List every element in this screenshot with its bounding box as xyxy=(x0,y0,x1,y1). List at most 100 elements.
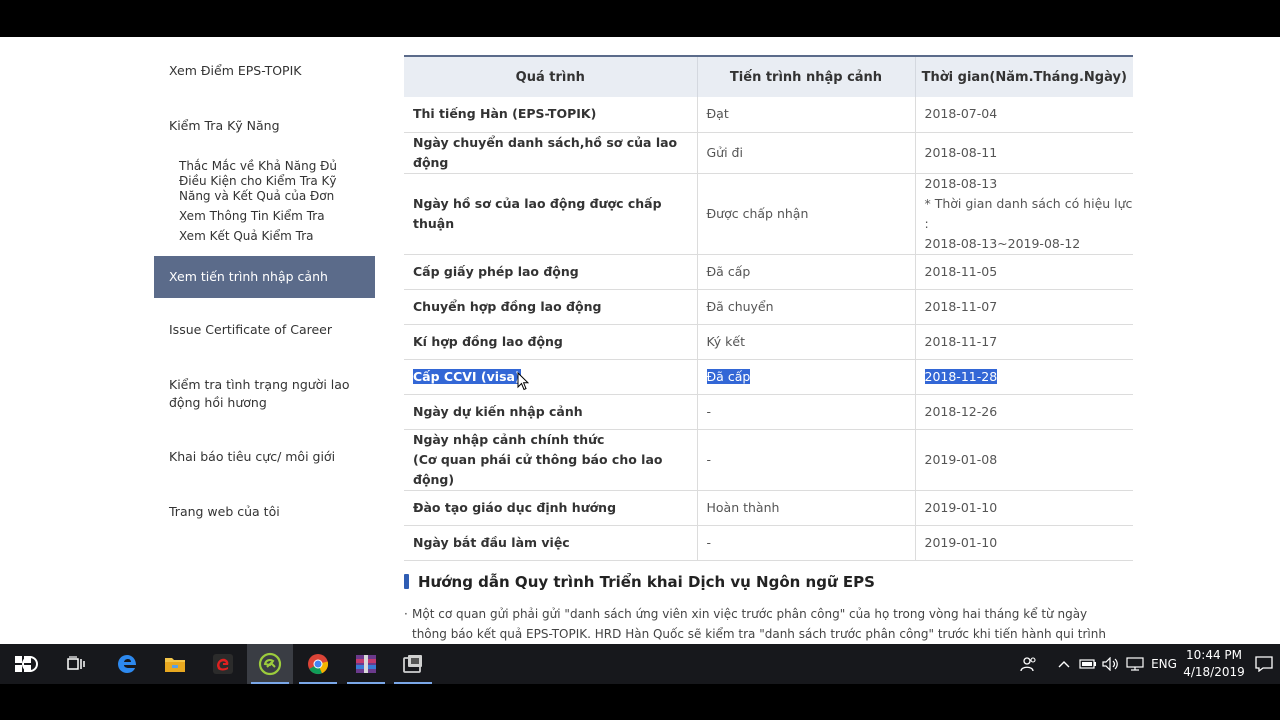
status-cell: Được chấp nhận xyxy=(697,173,916,255)
status-cell: Đã chuyển xyxy=(697,289,916,325)
chevron-up-icon xyxy=(1058,661,1070,668)
people-button[interactable] xyxy=(1017,644,1041,684)
step-line-2: (Cơ quan phái cử thông báo cho lao động) xyxy=(413,451,663,487)
browser-page: Xem Điểm EPS-TOPIK Kiểm Tra Kỹ Năng Thắc… xyxy=(0,37,1280,644)
entry-progress-table: Quá trình Tiến trình nhập cảnh Thời gian… xyxy=(404,55,1133,561)
status-cell: Gửi đi xyxy=(697,132,916,174)
selected-text: Đã cấp xyxy=(706,368,751,384)
sidebar-item-eps-topik-score[interactable]: Xem Điểm EPS-TOPIK xyxy=(154,62,375,80)
active-app-button[interactable] xyxy=(247,644,293,684)
clock[interactable]: 10:44 PM 4/18/2019 xyxy=(1183,647,1245,681)
volume-button[interactable] xyxy=(1100,644,1122,684)
sidebar-subitem-test-result[interactable]: Xem Kết Quả Kiểm Tra xyxy=(154,229,375,244)
table-row: Đào tạo giáo dục định hướng Hoàn thành 2… xyxy=(404,490,1133,526)
date-cell: 2018-08-13 * Thời gian danh sách có hiệu… xyxy=(915,173,1133,255)
status-cell: Hoàn thành xyxy=(697,490,916,526)
date-cell: 2019-01-10 xyxy=(915,525,1133,561)
table-row: Ngày hồ sơ của lao động được chấp thuận … xyxy=(404,173,1133,255)
step-line-1: Ngày nhập cảnh chính thức xyxy=(413,431,605,447)
status-cell: - xyxy=(697,429,916,491)
chrome-button[interactable] xyxy=(295,644,341,684)
table-header-row: Quá trình Tiến trình nhập cảnh Thời gian… xyxy=(404,55,1133,97)
date-cell: 2018-11-17 xyxy=(915,324,1133,360)
network-button[interactable] xyxy=(1124,644,1146,684)
table-row: Kí hợp đồng lao động Ký kết 2018-11-17 xyxy=(404,324,1133,360)
bullet-icon: · xyxy=(404,607,408,621)
cortana-icon xyxy=(22,656,38,672)
validity-note: * Thời gian danh sách có hiệu lực : xyxy=(924,195,1133,231)
step-cell: Thi tiếng Hàn (EPS-TOPIK) xyxy=(404,97,698,133)
sidebar-subitem-test-info[interactable]: Xem Thông Tin Kiểm Tra xyxy=(154,209,375,224)
step-cell: Ngày hồ sơ của lao động được chấp thuận xyxy=(404,173,698,255)
step-cell: Cấp CCVI (visa) xyxy=(404,359,698,395)
step-cell: Cấp giấy phép lao động xyxy=(404,254,698,290)
chrome-icon xyxy=(308,654,329,675)
cortana-button[interactable] xyxy=(7,644,53,684)
status-cell: - xyxy=(697,525,916,561)
column-header-date: Thời gian(Năm.Tháng.Ngày) xyxy=(915,55,1133,97)
step-cell: Chuyển hợp đồng lao động xyxy=(404,289,698,325)
guide-paragraph: · Một cơ quan gửi phải gửi "danh sách ứn… xyxy=(404,604,1124,644)
table-row: Ngày dự kiến nhập cảnh - 2018-12-26 xyxy=(404,394,1133,430)
guide-text: Một cơ quan gửi phải gửi "danh sách ứng … xyxy=(412,607,1106,641)
garena-icon xyxy=(213,654,233,674)
clock-date: 4/18/2019 xyxy=(1183,665,1245,679)
mouse-cursor-icon xyxy=(517,372,529,391)
date-cell: 2018-08-11 xyxy=(915,132,1133,174)
guide-title-text: Hướng dẫn Quy trình Triển khai Dịch vụ N… xyxy=(418,573,875,591)
battery-button[interactable] xyxy=(1077,644,1099,684)
winrar-icon xyxy=(356,655,376,673)
table-row: Ngày chuyển danh sách,hồ sơ của lao động… xyxy=(404,132,1133,174)
task-view-button[interactable] xyxy=(53,644,99,684)
column-header-step: Quá trình xyxy=(404,55,698,97)
section-marker-icon xyxy=(404,574,409,589)
app-icon xyxy=(258,652,282,676)
date-value: 2018-08-13 xyxy=(924,175,998,191)
action-center-button[interactable] xyxy=(1250,644,1278,684)
step-cell: Ngày chuyển danh sách,hồ sơ của lao động xyxy=(404,132,698,174)
date-cell: 2018-12-26 xyxy=(915,394,1133,430)
table-row: Cấp giấy phép lao động Đã cấp 2018-11-05 xyxy=(404,254,1133,290)
file-explorer-button[interactable] xyxy=(152,644,198,684)
step-cell: Kí hợp đồng lao động xyxy=(404,324,698,360)
people-icon xyxy=(1020,657,1036,672)
letterbox-bottom xyxy=(0,684,1280,720)
step-cell: Ngày dự kiến nhập cảnh xyxy=(404,394,698,430)
winrar-button[interactable] xyxy=(343,644,389,684)
sidebar-item-certificate[interactable]: Issue Certificate of Career xyxy=(154,321,375,339)
table-row: Ngày bắt đầu làm việc - 2019-01-10 xyxy=(404,525,1133,561)
step-cell: Ngày bắt đầu làm việc xyxy=(404,525,698,561)
guide-section-title: Hướng dẫn Quy trình Triển khai Dịch vụ N… xyxy=(404,573,875,591)
status-cell: Đã cấp xyxy=(697,359,916,395)
edge-icon xyxy=(118,655,136,673)
table-row: Thi tiếng Hàn (EPS-TOPIK) Đạt 2018-07-04 xyxy=(404,97,1133,133)
speaker-icon xyxy=(1102,657,1118,671)
network-icon xyxy=(1126,657,1144,671)
sidebar-item-skill-test[interactable]: Kiểm Tra Kỹ Năng xyxy=(154,117,375,135)
step-cell: Ngày nhập cảnh chính thức (Cơ quan phái … xyxy=(404,429,698,491)
edge-button[interactable] xyxy=(104,644,150,684)
sidebar-item-entry-progress[interactable]: Xem tiến trình nhập cảnh xyxy=(154,256,375,298)
date-cell: 2018-11-28 xyxy=(915,359,1133,395)
app-button-2[interactable] xyxy=(390,644,436,684)
step-cell: Đào tạo giáo dục định hướng xyxy=(404,490,698,526)
clock-time: 10:44 PM xyxy=(1186,648,1242,662)
show-hidden-icons-button[interactable] xyxy=(1055,644,1073,684)
sidebar-item-my-page[interactable]: Trang web của tôi xyxy=(154,503,375,521)
taskbar: ENG 10:44 PM 4/18/2019 xyxy=(0,644,1280,684)
battery-icon xyxy=(1079,659,1096,669)
table-row-selected: Cấp CCVI (visa) Đã cấp 2018-11-28 xyxy=(404,359,1133,395)
table-row: Ngày nhập cảnh chính thức (Cơ quan phái … xyxy=(404,429,1133,491)
app-icon-2 xyxy=(403,655,422,673)
sidebar-item-returnee-status[interactable]: Kiểm tra tình trạng người lao động hồi h… xyxy=(154,376,375,412)
sidebar-subitem-eligibility[interactable]: Thắc Mắc về Khả Năng Đủ Điều Kiện cho Ki… xyxy=(154,159,375,204)
status-cell: - xyxy=(697,394,916,430)
date-cell: 2019-01-08 xyxy=(915,429,1133,491)
task-view-icon xyxy=(67,656,85,670)
garena-button[interactable] xyxy=(200,644,246,684)
input-language-button[interactable]: ENG xyxy=(1148,644,1180,684)
date-cell: 2018-07-04 xyxy=(915,97,1133,133)
column-header-status: Tiến trình nhập cảnh xyxy=(697,55,916,97)
date-cell: 2019-01-10 xyxy=(915,490,1133,526)
sidebar-item-report[interactable]: Khai báo tiêu cực/ môi giới xyxy=(154,448,375,466)
